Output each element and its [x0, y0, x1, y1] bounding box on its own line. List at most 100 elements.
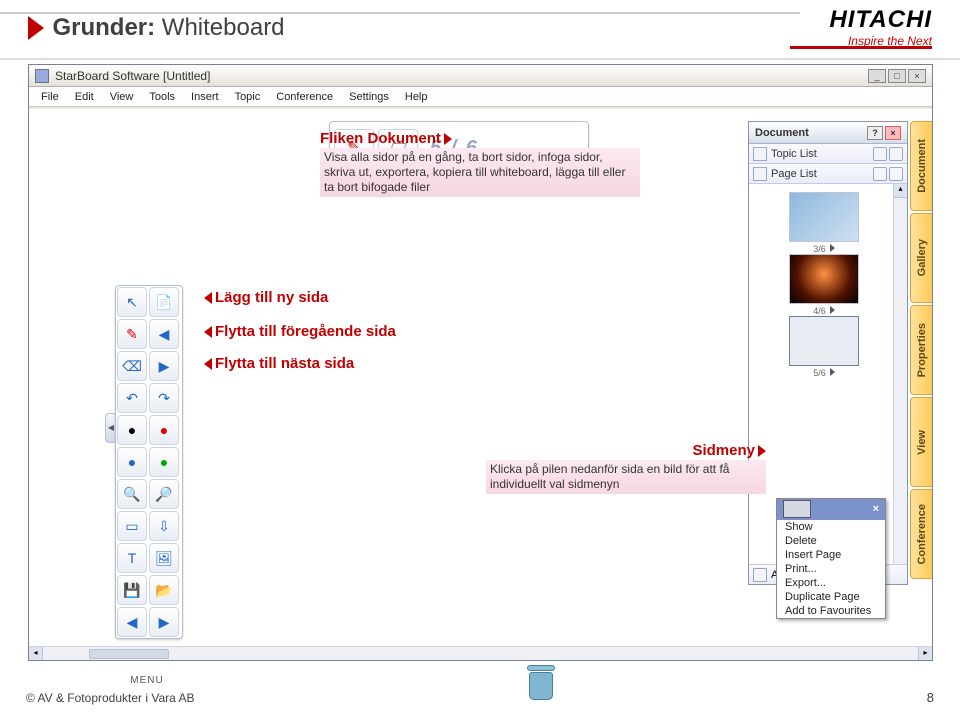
ctx-delete[interactable]: Delete — [777, 534, 885, 548]
palette-menu-label[interactable]: MENU — [111, 675, 183, 686]
open-tool[interactable]: 📂 — [149, 575, 179, 605]
minimize-button[interactable]: _ — [868, 69, 886, 83]
ctx-fav[interactable]: Add to Favourites — [777, 604, 885, 618]
vtab-view[interactable]: View — [910, 397, 932, 487]
callout-add-page: Lägg till ny sida — [204, 289, 328, 307]
vtab-document[interactable]: Document — [910, 121, 932, 211]
arrow-left-icon — [204, 326, 212, 338]
cursor-tool[interactable]: ↖ — [117, 287, 147, 317]
close-button[interactable]: × — [908, 69, 926, 83]
vtab-document-label: Document — [916, 139, 928, 193]
title-prefix: Grunder: — [52, 14, 155, 41]
slide-title: Grunder: Whiteboard — [52, 14, 284, 42]
vtab-properties[interactable]: Properties — [910, 305, 932, 395]
arrow-right-icon — [758, 445, 766, 457]
footer-page-number: 8 — [927, 690, 934, 705]
menu-insert[interactable]: Insert — [183, 91, 227, 103]
vtab-gallery-label: Gallery — [916, 239, 928, 276]
brand-block: HITACHI Inspire the Next — [829, 6, 932, 48]
page-list-icon — [753, 167, 767, 181]
page-list-label: Page List — [771, 168, 817, 180]
thumb-3-label: 3/6 — [813, 244, 826, 254]
callout-fliken-body: Visa alla sidor på en gång, ta bort sido… — [320, 148, 640, 197]
thumb-5-menu-icon[interactable] — [830, 368, 835, 376]
import-tool[interactable]: ⇩ — [149, 511, 179, 541]
prev-page-tool[interactable]: ◀ — [149, 319, 179, 349]
undo-tool[interactable]: ↶ — [117, 383, 147, 413]
thumb-4[interactable] — [789, 254, 859, 304]
ctx-export[interactable]: Export... — [777, 576, 885, 590]
ctx-close-icon[interactable]: × — [873, 503, 879, 515]
tool-right[interactable]: ▶ — [149, 607, 179, 637]
image-tool[interactable]: 🖼 — [149, 543, 179, 573]
thumb-4-menu-icon[interactable] — [830, 306, 835, 314]
scroll-thumb[interactable] — [89, 649, 169, 659]
menu-tools[interactable]: Tools — [141, 91, 183, 103]
zoom-in-tool[interactable]: 🔍 — [117, 479, 147, 509]
document-panel-title: Document — [755, 127, 809, 139]
menu-file[interactable]: File — [33, 91, 67, 103]
attach-icon — [753, 568, 767, 582]
redo-tool[interactable]: ↷ — [149, 383, 179, 413]
save-tool[interactable]: 💾 — [117, 575, 147, 605]
color-blue-tool[interactable]: ● — [117, 447, 147, 477]
thumb-3-menu-icon[interactable] — [830, 244, 835, 252]
menu-topic[interactable]: Topic — [227, 91, 269, 103]
menu-edit[interactable]: Edit — [67, 91, 102, 103]
pen-tool[interactable]: ✎ — [117, 319, 147, 349]
tool-palette: ↖ 📄 ✎ ◀ ⌫ ▶ ↶ ↷ ● ● ● ● 🔍 🔎 ▭ ⇩ T 🖼 💾 📂 … — [115, 285, 183, 639]
menu-conference[interactable]: Conference — [268, 91, 341, 103]
vertical-tabs: Document Gallery Properties View Confere… — [910, 121, 932, 581]
expand-icon[interactable] — [873, 167, 887, 181]
topic-list-row[interactable]: Topic List — [749, 144, 907, 164]
ctx-insert[interactable]: Insert Page — [777, 548, 885, 562]
color-black-tool[interactable]: ● — [117, 415, 147, 445]
color-green-tool[interactable]: ● — [149, 447, 179, 477]
next-page-tool[interactable]: ▶ — [149, 351, 179, 381]
scroll-up-icon[interactable]: ▴ — [894, 184, 907, 198]
arrow-right-icon — [444, 133, 452, 145]
scroll-right-icon[interactable]: ▸ — [918, 647, 932, 660]
ctx-print[interactable]: Print... — [777, 562, 885, 576]
ctx-header: × — [777, 499, 885, 520]
title-marker-icon — [28, 16, 44, 40]
collapse-icon[interactable] — [889, 167, 903, 181]
thumb-3[interactable] — [789, 192, 859, 242]
docpanel-close-button[interactable]: × — [885, 126, 901, 140]
callout-fliken: Fliken Dokument Visa alla sidor på en gå… — [320, 130, 640, 197]
select-tool[interactable]: ▭ — [117, 511, 147, 541]
ctx-show[interactable]: Show — [777, 520, 885, 534]
thumb-5-label: 5/6 — [813, 368, 826, 378]
thumbs-scrollbar[interactable]: ▴ — [893, 184, 907, 564]
color-red-tool[interactable]: ● — [149, 415, 179, 445]
ctx-duplicate[interactable]: Duplicate Page — [777, 590, 885, 604]
thumb-5[interactable] — [789, 316, 859, 366]
collapse-icon[interactable] — [889, 147, 903, 161]
trash-icon[interactable] — [529, 665, 555, 700]
expand-icon[interactable] — [873, 147, 887, 161]
zoom-out-tool[interactable]: 🔎 — [149, 479, 179, 509]
docpanel-pin-button[interactable]: ? — [867, 126, 883, 140]
menu-view[interactable]: View — [102, 91, 142, 103]
page-list-row[interactable]: Page List — [749, 164, 907, 184]
callout-add-page-text: Lägg till ny sida — [215, 289, 328, 306]
maximize-button[interactable]: □ — [888, 69, 906, 83]
document-panel-header: Document ? × — [749, 122, 907, 144]
topic-list-icon — [753, 147, 767, 161]
brand-name: HITACHI — [829, 6, 932, 34]
ctx-thumb-icon — [783, 500, 811, 518]
text-tool[interactable]: T — [117, 543, 147, 573]
callout-sidmeny: Sidmeny Klicka på pilen nedanför sida en… — [486, 442, 766, 494]
vtab-gallery[interactable]: Gallery — [910, 213, 932, 303]
eraser-tool[interactable]: ⌫ — [117, 351, 147, 381]
arrow-left-icon — [204, 358, 212, 370]
menu-help[interactable]: Help — [397, 91, 436, 103]
topic-list-label: Topic List — [771, 148, 817, 160]
menu-settings[interactable]: Settings — [341, 91, 397, 103]
vtab-conference[interactable]: Conference — [910, 489, 932, 579]
horizontal-scrollbar[interactable]: ◂ ▸ — [29, 646, 932, 660]
scroll-left-icon[interactable]: ◂ — [29, 647, 43, 660]
tool-left[interactable]: ◀ — [117, 607, 147, 637]
window-titlebar[interactable]: StarBoard Software [Untitled] _ □ × — [29, 65, 932, 87]
add-page-tool[interactable]: 📄 — [149, 287, 179, 317]
